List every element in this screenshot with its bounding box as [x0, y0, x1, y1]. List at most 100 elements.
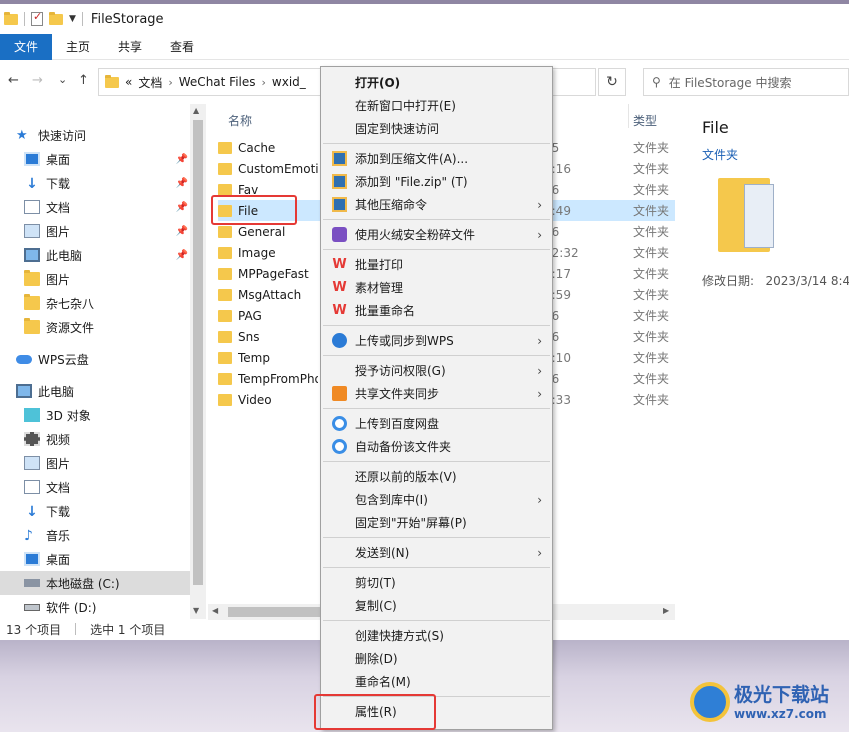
menu-separator: [323, 567, 550, 568]
nav-item-pictures[interactable]: 图片 📌: [0, 219, 190, 243]
scroll-left-icon[interactable]: ◀: [212, 606, 218, 615]
nav-item-music[interactable]: ♪ 音乐: [0, 523, 190, 547]
menu-item-shred[interactable]: 使用火绒安全粉碎文件 ›: [321, 223, 552, 246]
menu-item-other-compress[interactable]: 其他压缩命令 ›: [321, 193, 552, 216]
column-header-name[interactable]: 名称: [228, 112, 252, 129]
shredder-icon: [332, 227, 347, 242]
menu-item-add-archive[interactable]: 添加到压缩文件(A)...: [321, 147, 552, 170]
preview-modified-date: 修改日期: 2023/3/14 8:49: [702, 272, 849, 289]
menu-item-grant-access[interactable]: 授予访问权限(G) ›: [321, 359, 552, 382]
menu-item-open-new-window[interactable]: 在新窗口中打开(E): [321, 94, 552, 117]
properties-icon[interactable]: [31, 10, 43, 26]
file-type: 文件夹: [633, 267, 670, 281]
nav-item-label: 文档: [46, 200, 71, 215]
menu-item-cut[interactable]: 剪切(T): [321, 571, 552, 594]
scroll-right-icon[interactable]: ▶: [663, 606, 669, 615]
menu-item-share-sync[interactable]: 共享文件夹同步 ›: [321, 382, 552, 405]
menu-separator: [323, 325, 550, 326]
desktop-icon: [24, 552, 40, 566]
nav-item-folder-pictures[interactable]: 图片: [0, 267, 190, 291]
menu-item-copy[interactable]: 复制(C): [321, 594, 552, 617]
item-count: 13 个项目: [6, 622, 62, 637]
menu-item-create-shortcut[interactable]: 创建快捷方式(S): [321, 624, 552, 647]
menu-item-material-manage[interactable]: W 素材管理: [321, 276, 552, 299]
tab-home[interactable]: 主页: [52, 34, 104, 60]
selection-count: 选中 1 个项目: [90, 622, 166, 637]
nav-item-desktop-pc[interactable]: 桌面: [0, 547, 190, 571]
menu-item-delete[interactable]: 删除(D): [321, 647, 552, 670]
menu-item-add-zip[interactable]: 添加到 "File.zip" (T): [321, 170, 552, 193]
nav-item-folder-resources[interactable]: 资源文件: [0, 315, 190, 339]
column-header-type[interactable]: 类型: [633, 112, 657, 129]
nav-item-label: 快速访问: [38, 128, 87, 143]
tab-view[interactable]: 查看: [156, 34, 208, 60]
tab-share[interactable]: 共享: [104, 34, 156, 60]
folder-icon: [218, 309, 232, 322]
menu-item-batch-print[interactable]: W 批量打印: [321, 253, 552, 276]
nav-item-label: 图片: [46, 456, 71, 471]
folder-icon: [218, 372, 232, 385]
nav-item-pictures-pc[interactable]: 图片: [0, 451, 190, 475]
nav-item-3d-objects[interactable]: 3D 对象: [0, 403, 190, 427]
nav-item-quick-access[interactable]: ★ 快速访问: [0, 123, 190, 147]
ribbon-tabs: 文件 主页 共享 查看: [0, 33, 849, 60]
nav-item-this-pc-quick[interactable]: 此电脑 📌: [0, 243, 190, 267]
scrollbar-thumb[interactable]: [193, 120, 203, 585]
scroll-down-icon[interactable]: ▼: [193, 606, 199, 615]
column-divider[interactable]: [628, 104, 629, 128]
nav-item-downloads-pc[interactable]: ↓ 下载: [0, 499, 190, 523]
nav-item-local-disk-c[interactable]: 本地磁盘 (C:): [0, 571, 190, 595]
nav-item-wps-cloud[interactable]: WPS云盘: [0, 347, 190, 371]
nav-item-documents-pc[interactable]: 文档: [0, 475, 190, 499]
nav-item-documents[interactable]: 文档 📌: [0, 195, 190, 219]
nav-item-drive-d[interactable]: 软件 (D:): [0, 595, 190, 619]
menu-item-batch-rename[interactable]: W 批量重命名: [321, 299, 552, 322]
menu-item-send-to[interactable]: 发送到(N) ›: [321, 541, 552, 564]
divider: [81, 12, 83, 26]
back-button[interactable]: ←: [8, 73, 19, 88]
menu-item-pin-quick-access[interactable]: 固定到快速访问: [321, 117, 552, 140]
menu-label: 包含到库中(I): [355, 493, 428, 507]
nav-item-this-pc[interactable]: 此电脑: [0, 379, 190, 403]
nav-item-desktop[interactable]: 桌面 📌: [0, 147, 190, 171]
breadcrumb-overflow[interactable]: «: [125, 75, 132, 89]
refresh-button[interactable]: ↻: [598, 68, 626, 96]
menu-item-pin-start[interactable]: 固定到"开始"屏幕(P): [321, 511, 552, 534]
chevron-right-icon[interactable]: ›: [168, 76, 172, 89]
star-icon: ★: [16, 128, 28, 143]
up-button[interactable]: ↑: [78, 73, 89, 88]
folder-icon: [218, 330, 232, 343]
file-name: CustomEmotion: [238, 161, 318, 176]
menu-item-auto-backup[interactable]: 自动备份该文件夹: [321, 435, 552, 458]
tab-file[interactable]: 文件: [0, 33, 53, 60]
nav-item-label: 下载: [46, 504, 71, 519]
cloud-icon: [16, 354, 32, 364]
menu-item-upload-baidu[interactable]: 上传到百度网盘: [321, 412, 552, 435]
recent-locations-button[interactable]: ⌄: [58, 73, 67, 86]
context-menu: 打开(O) 在新窗口中打开(E) 固定到快速访问 添加到压缩文件(A)... 添…: [320, 66, 553, 730]
menu-item-open[interactable]: 打开(O): [321, 71, 552, 94]
menu-item-restore-versions[interactable]: 还原以前的版本(V): [321, 465, 552, 488]
menu-label: 添加到压缩文件(A)...: [355, 152, 469, 166]
breadcrumb-item[interactable]: WeChat Files: [179, 75, 256, 89]
search-input[interactable]: ⚲ 在 FileStorage 中搜索: [643, 68, 849, 96]
wps-icon: W: [332, 303, 347, 318]
breadcrumb-item[interactable]: wxid_: [272, 75, 306, 89]
menu-item-upload-wps[interactable]: 上传或同步到WPS ›: [321, 329, 552, 352]
new-folder-icon[interactable]: [49, 11, 63, 25]
nav-item-videos[interactable]: 视频: [0, 427, 190, 451]
menu-item-include-library[interactable]: 包含到库中(I) ›: [321, 488, 552, 511]
scroll-up-icon[interactable]: ▲: [193, 106, 199, 115]
menu-item-rename[interactable]: 重命名(M): [321, 670, 552, 693]
file-type: 文件夹: [633, 288, 670, 302]
menu-label: 打开(O): [355, 76, 401, 90]
nav-scrollbar[interactable]: ▲ ▼: [190, 104, 206, 619]
customize-toolbar-icon[interactable]: ▼: [69, 14, 76, 24]
nav-item-folder-misc[interactable]: 杂七杂八: [0, 291, 190, 315]
nav-item-downloads[interactable]: ↓ 下载 📌: [0, 171, 190, 195]
chevron-right-icon[interactable]: ›: [262, 76, 266, 89]
navigation-pane: ★ 快速访问 桌面 📌 ↓ 下载 📌 文档 📌 图片 📌 此电脑 📌 图片 杂七…: [0, 104, 205, 619]
download-icon: ↓: [26, 176, 38, 192]
forward-button[interactable]: →: [32, 73, 43, 88]
breadcrumb-item[interactable]: 文档: [138, 74, 162, 91]
